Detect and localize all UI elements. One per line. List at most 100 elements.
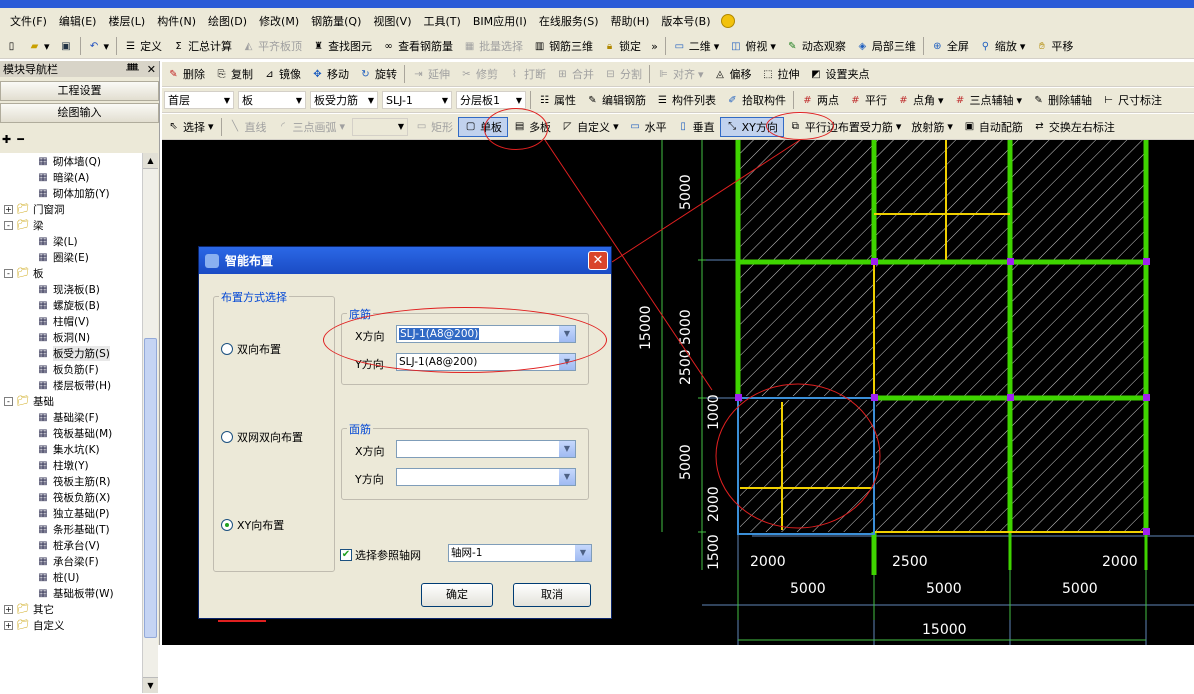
radio-double-net[interactable]: 双网双向布置 <box>221 429 303 445</box>
ref-grid-checkbox[interactable]: ✔ 选择参照轴网 <box>340 547 421 563</box>
undo-button[interactable]: ↶ ▾ <box>83 36 115 56</box>
close-icon[interactable]: ✕ <box>588 251 608 270</box>
tree-item[interactable]: + 📁︎ 门窗洞 <box>0 201 142 217</box>
two-point-button[interactable]: # 两点 <box>796 90 844 110</box>
split-button[interactable]: ⊟ 分割 <box>599 64 647 84</box>
scroll-up-arrow-icon[interactable]: ▲ <box>143 153 158 169</box>
menu-modify[interactable]: 修改(M) <box>253 13 305 29</box>
radio-xy[interactable]: XY向布置 <box>221 517 284 533</box>
expand-icon[interactable]: + <box>4 620 13 630</box>
tree-item[interactable]: ▦ 条形基础(T) <box>0 521 142 537</box>
extend-button[interactable]: ⇥ 延伸 <box>407 64 455 84</box>
dim-button[interactable]: ⊢ 尺寸标注 <box>1097 90 1167 110</box>
edit-rebar-button[interactable]: ✎ 编辑钢筋 <box>581 90 651 110</box>
expand-icon[interactable]: + <box>4 204 13 214</box>
point-angle-button[interactable]: # 点角 ▾ <box>892 90 949 110</box>
menu-tools[interactable]: 工具(T) <box>418 13 467 29</box>
batch-select-button[interactable]: ▦ 批量选择 <box>458 36 528 56</box>
item-select[interactable]: SLJ-1 ▼ <box>382 91 452 109</box>
merge-button[interactable]: ⊞ 合并 <box>551 64 599 84</box>
tree-item[interactable]: ▦ 桩(U) <box>0 569 142 585</box>
expand-all-icon[interactable]: ✚ <box>2 133 11 146</box>
tree-item[interactable]: ▦ 筏板主筋(R) <box>0 473 142 489</box>
expand-icon[interactable]: + <box>4 604 13 614</box>
trim-button[interactable]: ✂ 修剪 <box>455 64 503 84</box>
toolbar-overflow-button[interactable]: » <box>646 36 663 56</box>
tree-item[interactable]: ▦ 砌体加筋(Y) <box>0 185 142 201</box>
floor-select[interactable]: 首层 ▼ <box>164 91 234 109</box>
rebar-3d-button[interactable]: ▥ 钢筋三维 <box>528 36 598 56</box>
drawing-input-button[interactable]: 绘图输入 <box>0 103 159 123</box>
delete-button[interactable]: ✎ 删除 <box>162 64 210 84</box>
tree-item[interactable]: ▦ 桩承台(V) <box>0 537 142 553</box>
menu-online[interactable]: 在线服务(S) <box>533 13 605 29</box>
vertical-button[interactable]: ▯ 垂直 <box>672 117 720 137</box>
view-rebar-button[interactable]: ∞ 查看钢筋量 <box>377 36 458 56</box>
scroll-down-arrow-icon[interactable]: ▼ <box>143 677 158 693</box>
find-elem-button[interactable]: ♜ 查找图元 <box>307 36 377 56</box>
break-button[interactable]: ⌇ 打断 <box>503 64 551 84</box>
menu-view[interactable]: 视图(V) <box>367 13 417 29</box>
menu-edit[interactable]: 编辑(E) <box>53 13 103 29</box>
collapse-icon[interactable]: - <box>4 396 13 406</box>
type-select[interactable]: 板受力筋 ▼ <box>310 91 378 109</box>
draw-mode-select[interactable]: ▼ <box>352 117 409 136</box>
pin-icon[interactable]: ᚙ <box>126 63 139 76</box>
tree-item[interactable]: ▦ 暗梁(A) <box>0 169 142 185</box>
collapse-all-icon[interactable]: ━ <box>17 133 24 146</box>
pick-button[interactable]: ✐ 拾取构件 <box>721 90 791 110</box>
select-button[interactable]: ⇖ 选择 ▾ <box>162 117 219 137</box>
lock-button[interactable]: 🔒︎ 锁定 <box>598 36 646 56</box>
tree-item[interactable]: ▦ 集水坑(K) <box>0 441 142 457</box>
menu-version[interactable]: 版本号(B) <box>655 13 716 29</box>
three-point-aux-button[interactable]: # 三点辅轴 ▾ <box>949 90 1028 110</box>
tree-item[interactable]: ▦ 楼层板带(H) <box>0 377 142 393</box>
pan-button[interactable]: ✋︎ 平移 <box>1030 36 1078 56</box>
copy-button[interactable]: ⎘ 复制 <box>210 64 258 84</box>
category-select[interactable]: 板 ▼ <box>238 91 306 109</box>
offset-button[interactable]: ◬ 偏移 <box>709 64 757 84</box>
top-view-button[interactable]: ◫ 俯视 ▾ <box>724 36 781 56</box>
dyn-view-button[interactable]: ✎ 动态观察 <box>781 36 851 56</box>
auto-rebar-button[interactable]: ▣ 自动配筋 <box>958 117 1028 137</box>
tree-item[interactable]: ▦ 柱帽(V) <box>0 313 142 329</box>
new-file-button[interactable]: ▯ <box>0 36 23 56</box>
set-node-button[interactable]: ◩ 设置夹点 <box>805 64 875 84</box>
slab-top-button[interactable]: ◭ 平齐板顶 <box>237 36 307 56</box>
tree-item[interactable]: + 📁︎ 自定义 <box>0 617 142 633</box>
tree-item[interactable]: ▦ 基础梁(F) <box>0 409 142 425</box>
tree-item[interactable]: - 📁︎ 基础 <box>0 393 142 409</box>
tree-item[interactable]: ▦ 承台梁(F) <box>0 553 142 569</box>
menu-component[interactable]: 构件(N) <box>151 13 202 29</box>
top-x-select[interactable]: ▼ <box>396 440 576 458</box>
custom-button[interactable]: ◸ 自定义 ▾ <box>556 117 624 137</box>
full-screen-button[interactable]: ⊕ 全屏 <box>926 36 974 56</box>
dialog-title-bar[interactable]: 智能布置 <box>199 247 611 274</box>
tree-item[interactable]: ▦ 板负筋(F) <box>0 361 142 377</box>
tree-item[interactable]: ▦ 板洞(N) <box>0 329 142 345</box>
parallel-button[interactable]: # 平行 <box>844 90 892 110</box>
save-button[interactable]: ▣ <box>55 36 78 56</box>
collapse-icon[interactable]: - <box>4 220 13 230</box>
tree-item[interactable]: ▦ 筏板负筋(X) <box>0 489 142 505</box>
tree-item[interactable]: ▦ 独立基础(P) <box>0 505 142 521</box>
tree-item[interactable]: ▦ 砌体墙(Q) <box>0 153 142 169</box>
radio-two-way[interactable]: 双向布置 <box>221 341 281 357</box>
open-file-button[interactable]: ▰ ▾ <box>23 36 55 56</box>
menu-draw[interactable]: 绘图(D) <box>202 13 253 29</box>
cancel-button[interactable]: 取消 <box>513 583 591 607</box>
tree-item[interactable]: ▦ 现浇板(B) <box>0 281 142 297</box>
swap-label-button[interactable]: ⇄ 交换左右标注 <box>1028 117 1120 137</box>
sum-calc-button[interactable]: Σ 汇总计算 <box>167 36 237 56</box>
move-button[interactable]: ✥ 移动 <box>306 64 354 84</box>
rect-button[interactable]: ▭ 矩形 <box>410 117 458 137</box>
stretch-button[interactable]: ⬚ 拉伸 <box>757 64 805 84</box>
menu-floor[interactable]: 楼层(L) <box>102 13 151 29</box>
line-button[interactable]: ╲ 直线 <box>224 117 272 137</box>
comp-list-button[interactable]: ☰ 构件列表 <box>651 90 721 110</box>
define-button[interactable]: ☰ 定义 <box>119 36 167 56</box>
ok-button[interactable]: 确定 <box>421 583 493 607</box>
tree-item[interactable]: ▦ 基础板带(W) <box>0 585 142 601</box>
arc3-button[interactable]: ◜ 三点画弧 ▾ <box>272 117 351 137</box>
rotate-button[interactable]: ↻ 旋转 <box>354 64 402 84</box>
